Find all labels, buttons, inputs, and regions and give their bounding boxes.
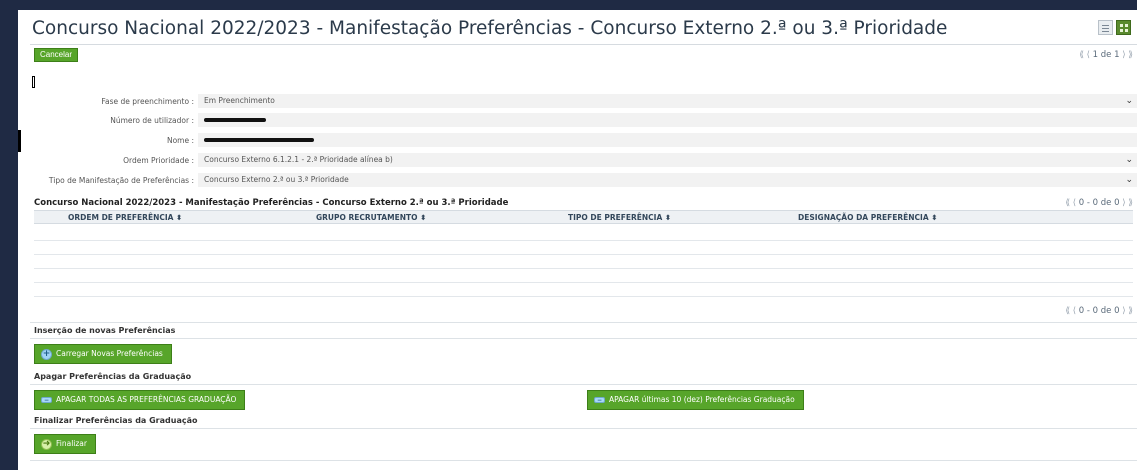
button-label: APAGAR últimas 10 (dez) Preferências Gra…: [609, 395, 795, 404]
page-title: Concurso Nacional 2022/2023 - Manifestaç…: [32, 18, 948, 39]
minus-icon: −: [41, 397, 52, 404]
title-divider: [30, 44, 1137, 45]
redaction-bar: [204, 118, 266, 122]
column-header-tipo[interactable]: TIPO DE PREFERÊNCIA ⬍: [568, 213, 671, 222]
grid-pager-text: 0 - 0 de 0: [1078, 198, 1120, 208]
minus-icon: −: [594, 397, 605, 404]
view-toggles: [1098, 20, 1131, 35]
divider: [30, 338, 1137, 339]
field-label: Fase de preenchimento :: [101, 96, 194, 106]
grid-title: Concurso Nacional 2022/2023 - Manifestaç…: [34, 198, 509, 208]
cancel-button[interactable]: Cancelar: [34, 48, 79, 62]
divider: [30, 428, 1137, 429]
field-value: Concurso Externo 6.1.2.1 - 2.ª Prioridad…: [204, 155, 393, 164]
tipo-select[interactable]: Concurso Externo 2.ª ou 3.ª Prioridade ⌄: [198, 173, 1137, 187]
grid-pager-top: ⟪ ⟨ 0 - 0 de 0 ⟩ ⟫: [1065, 198, 1133, 208]
field-label: Ordem Prioridade :: [123, 155, 194, 165]
grid-header: ORDEM DE PREFERÊNCIA ⬍ GRUPO RECRUTAMENT…: [34, 210, 1133, 224]
button-label: Carregar Novas Preferências: [56, 349, 163, 358]
delete-all-button[interactable]: − APAGAR TODAS AS PREFERÊNCIAS GRADUAÇÃO: [34, 390, 246, 410]
record-pager: ⟪ ⟨ 1 de 1 ⟩ ⟫: [1079, 50, 1133, 60]
last-page-icon[interactable]: ⟫: [1128, 50, 1133, 60]
column-header-ordem[interactable]: ORDEM DE PREFERÊNCIA ⬍: [68, 213, 182, 222]
chevron-down-icon: ⌄: [1125, 155, 1133, 165]
field-tipo: Tipo de Manifestação de Preferências : C…: [18, 172, 1137, 188]
finalize-button[interactable]: ➜ Finalizar: [34, 434, 96, 454]
form-view-icon[interactable]: [1116, 20, 1131, 35]
insert-section-title: Inserção de novas Preferências: [34, 326, 176, 335]
first-page-icon[interactable]: ⟪: [1065, 198, 1070, 208]
redaction-bar: [204, 138, 314, 142]
field-numero: Número de utilizador :: [18, 112, 1137, 128]
field-label: Tipo de Manifestação de Preferências :: [48, 175, 194, 185]
table-row: [34, 240, 1133, 241]
field-nome: Nome :: [18, 132, 1137, 148]
field-ordem: Ordem Prioridade : Concurso Externo 6.1.…: [18, 152, 1137, 168]
load-preferences-button[interactable]: + Carregar Novas Preferências: [34, 344, 172, 364]
prev-page-icon[interactable]: ⟨: [1073, 306, 1076, 316]
divider: [30, 322, 1137, 323]
grid-pager-text: 0 - 0 de 0: [1078, 306, 1120, 316]
table-row: [34, 282, 1133, 283]
table-row: [34, 268, 1133, 269]
grid-pager-bottom: ⟪ ⟨ 0 - 0 de 0 ⟩ ⟫: [1065, 306, 1133, 316]
list-view-icon[interactable]: [1098, 20, 1113, 35]
pager-text: 1 de 1: [1092, 50, 1120, 60]
prev-page-icon[interactable]: ⟨: [1073, 198, 1076, 208]
last-page-icon[interactable]: ⟫: [1128, 306, 1133, 316]
field-value: Em Preenchimento: [204, 96, 275, 105]
chevron-down-icon: ⌄: [1125, 175, 1133, 185]
plus-icon: +: [41, 348, 52, 360]
first-page-icon[interactable]: ⟪: [1079, 50, 1084, 60]
delete-last-ten-button[interactable]: − APAGAR últimas 10 (dez) Preferências G…: [587, 390, 804, 410]
numero-value: [198, 113, 1137, 127]
cursor-marker: [32, 76, 35, 88]
arrow-right-icon: ➜: [41, 438, 52, 450]
column-header-designacao[interactable]: DESIGNAÇÃO DA PREFERÊNCIA ⬍: [798, 213, 938, 222]
ordem-select[interactable]: Concurso Externo 6.1.2.1 - 2.ª Prioridad…: [198, 153, 1137, 167]
next-page-icon[interactable]: ⟩: [1122, 306, 1125, 316]
table-row: [34, 296, 1133, 297]
field-label: Número de utilizador :: [110, 115, 194, 125]
last-page-icon[interactable]: ⟫: [1128, 198, 1133, 208]
prev-page-icon[interactable]: ⟨: [1087, 50, 1090, 60]
fase-select[interactable]: Em Preenchimento ⌄: [198, 94, 1137, 108]
divider: [30, 384, 1137, 385]
divider: [30, 460, 1137, 461]
main-window: Concurso Nacional 2022/2023 - Manifestaç…: [18, 10, 1137, 470]
first-page-icon[interactable]: ⟪: [1065, 306, 1070, 316]
button-label: APAGAR TODAS AS PREFERÊNCIAS GRADUAÇÃO: [56, 395, 237, 404]
field-value: Concurso Externo 2.ª ou 3.ª Prioridade: [204, 175, 349, 184]
next-page-icon[interactable]: ⟩: [1122, 198, 1125, 208]
column-header-grupo[interactable]: GRUPO RECRUTAMENTO ⬍: [316, 213, 426, 222]
finalize-section-title: Finalizar Preferências da Graduação: [34, 416, 198, 425]
delete-section-title: Apagar Preferências da Graduação: [34, 372, 192, 381]
nome-value: [198, 133, 1137, 147]
field-fase: Fase de preenchimento : Em Preenchimento…: [18, 93, 1137, 109]
button-label: Finalizar: [56, 439, 87, 448]
next-page-icon[interactable]: ⟩: [1122, 50, 1125, 60]
field-label: Nome :: [166, 135, 194, 145]
chevron-down-icon: ⌄: [1125, 96, 1133, 106]
table-row: [34, 254, 1133, 255]
